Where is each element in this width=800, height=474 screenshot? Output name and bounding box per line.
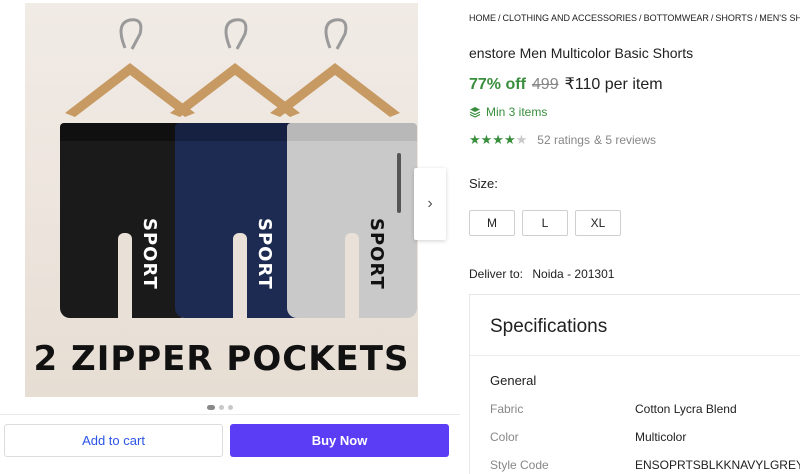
- reviews-count: & 5 reviews: [593, 133, 657, 147]
- delivery-location: Noida - 201301: [532, 267, 615, 281]
- pagination-dot[interactable]: [219, 405, 224, 410]
- spec-key: Style Code: [490, 458, 549, 472]
- breadcrumb-mens-shorts[interactable]: MEN'S SHORTS: [759, 13, 800, 23]
- size-options: M L XL: [469, 210, 621, 236]
- spec-row: Style Code ENSOPRTSBLKKNAVYLGREY2025: [490, 458, 800, 472]
- selling-price: ₹110 per item: [564, 76, 663, 93]
- sport-print: SPORT: [139, 218, 160, 290]
- breadcrumb-shorts[interactable]: SHORTS: [715, 13, 752, 23]
- spec-row: Fabric Cotton Lycra Blend: [490, 402, 737, 416]
- min-quantity: Min 3 items: [469, 105, 547, 119]
- delivery-info[interactable]: Deliver to: Noida - 201301: [469, 267, 614, 281]
- hangers-illustration: [65, 18, 400, 117]
- black-shorts: SPORT: [60, 123, 190, 320]
- size-option-l[interactable]: L: [522, 210, 568, 236]
- spec-group-title: General: [490, 373, 537, 388]
- delivery-label: Deliver to:: [469, 267, 524, 281]
- image-caption: 2 ZIPPER POCKETS: [33, 339, 410, 379]
- navy-shorts: SPORT: [175, 123, 305, 320]
- original-price: 499: [531, 76, 559, 93]
- pagination-dot-active[interactable]: [207, 405, 215, 410]
- rating-row[interactable]: ★★★★★ 52 ratings & 5 reviews: [469, 132, 656, 148]
- size-option-xl[interactable]: XL: [575, 210, 621, 236]
- spec-value: Multicolor: [635, 430, 687, 444]
- chevron-right-icon: ›: [427, 195, 433, 212]
- spec-key: Fabric: [490, 402, 524, 416]
- breadcrumb-clothing[interactable]: CLOTHING AND ACCESSORIES: [503, 13, 638, 23]
- pagination-dot[interactable]: [228, 405, 233, 410]
- star-rating-icon: ★★★★★: [469, 132, 528, 147]
- price-row: 77% off 499 ₹110 per item: [469, 74, 663, 94]
- discount-percent: 77% off: [469, 76, 526, 93]
- ratings-count: 52 ratings: [537, 133, 590, 147]
- spec-value: Cotton Lycra Blend: [635, 402, 737, 416]
- breadcrumb-home[interactable]: HOME: [469, 13, 496, 23]
- image-pagination: [207, 405, 233, 410]
- product-image[interactable]: SPORT SPORT SPORT 2 ZIPPER POCKETS: [25, 3, 418, 397]
- size-label: Size:: [469, 176, 498, 191]
- action-bar: Add to cart Buy Now: [0, 414, 460, 474]
- specifications-card: Specifications General Fabric Cotton Lyc…: [469, 294, 800, 474]
- min-quantity-label: Min 3 items: [486, 105, 548, 119]
- sport-print: SPORT: [366, 218, 387, 290]
- product-gallery: SPORT SPORT SPORT 2 ZIPPER POCKETS › Add…: [0, 0, 460, 474]
- breadcrumb: HOME / CLOTHING AND ACCESSORIES / BOTTOMWEAR…: [469, 13, 800, 23]
- spec-row: Color Multicolor: [490, 430, 686, 444]
- spec-value: ENSOPRTSBLKKNAVYLGREY2025: [635, 458, 800, 472]
- product-title: enstore Men Multicolor Basic Shorts: [469, 45, 694, 61]
- product-details: HOME / CLOTHING AND ACCESSORIES / BOTTOMWEAR…: [469, 0, 800, 474]
- divider: [470, 355, 800, 356]
- sport-print: SPORT: [254, 218, 275, 290]
- add-to-cart-button[interactable]: Add to cart: [4, 424, 223, 457]
- specifications-title: Specifications: [490, 316, 608, 337]
- buy-now-button[interactable]: Buy Now: [230, 424, 449, 457]
- next-image-button[interactable]: ›: [414, 168, 446, 240]
- spec-key: Color: [490, 430, 519, 444]
- layers-icon: [469, 107, 481, 118]
- grey-shorts: SPORT: [287, 123, 417, 320]
- size-option-m[interactable]: M: [469, 210, 515, 236]
- breadcrumb-bottomwear[interactable]: BOTTOMWEAR: [644, 13, 709, 23]
